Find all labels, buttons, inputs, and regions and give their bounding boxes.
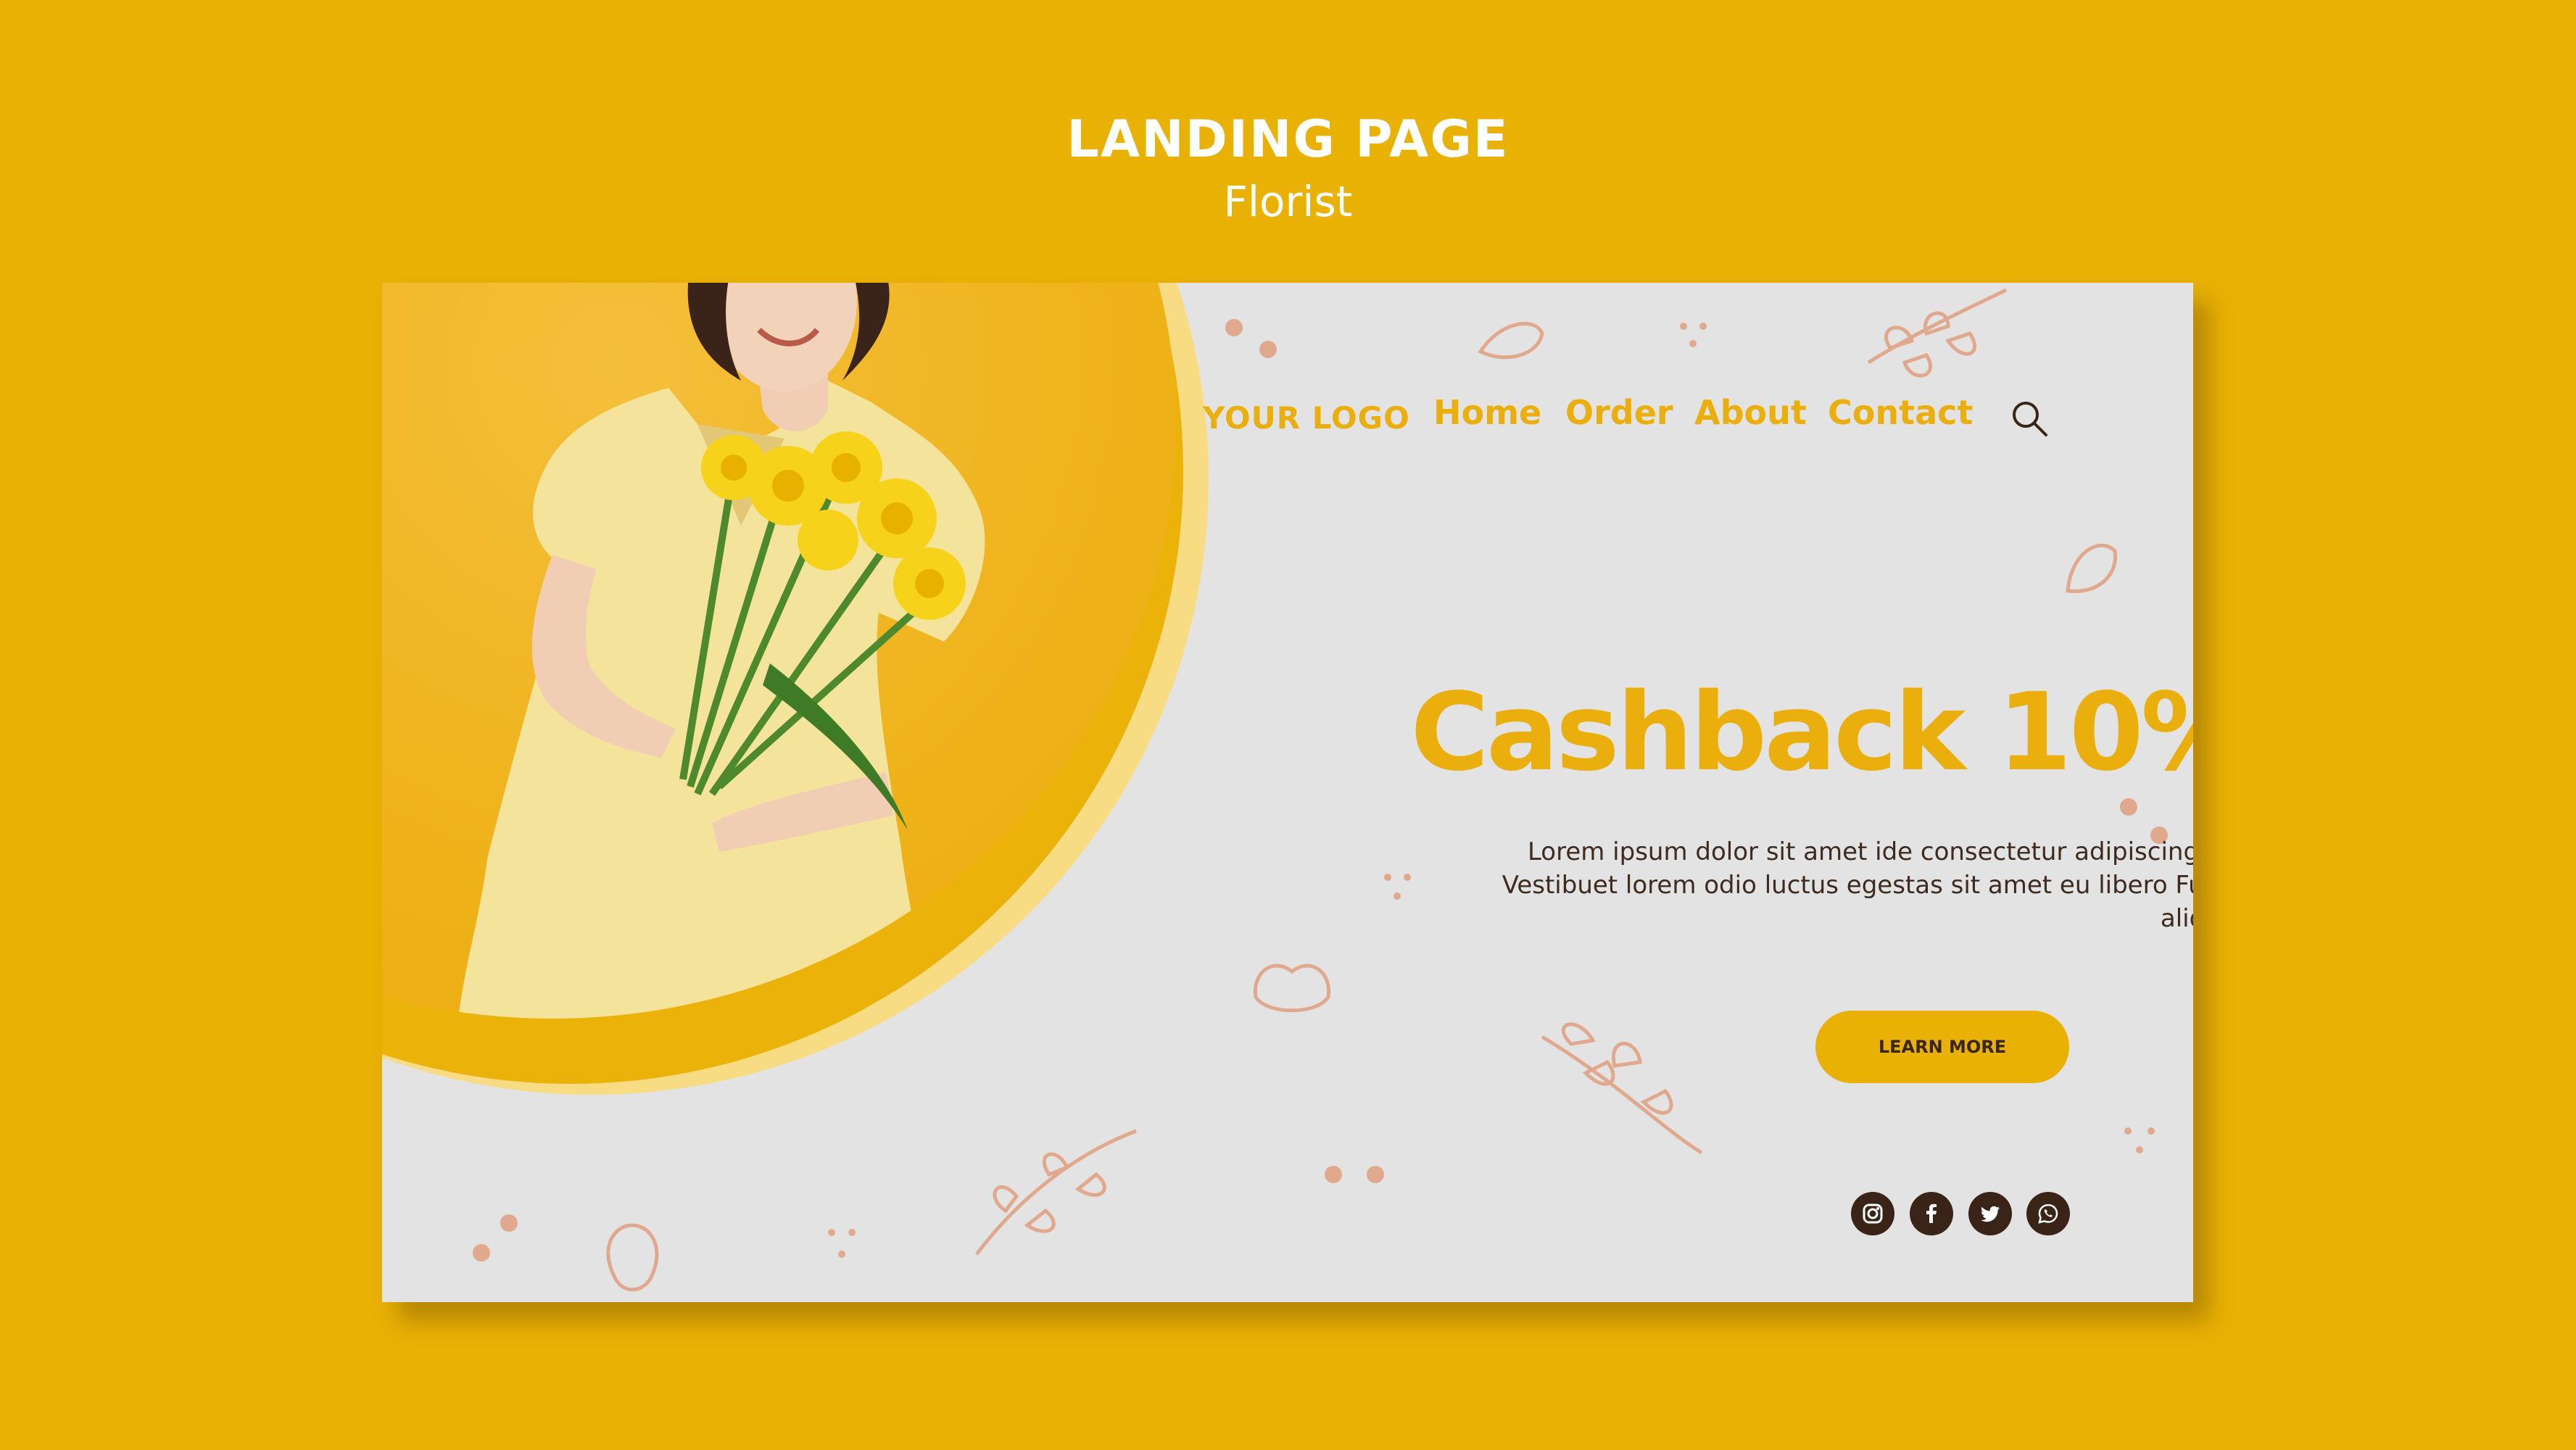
- hero-body-text: Lorem ipsum dolor sit amet ide consectet…: [1502, 837, 2193, 933]
- learn-more-button[interactable]: LEARN MORE: [1815, 1011, 2069, 1083]
- hero-headline: Cashback 10%: [1410, 670, 2193, 795]
- landing-page-mockup: YOUR LOGO Home Order About Contact Cashb…: [382, 283, 2193, 1302]
- page-subtitle: Florist: [1223, 177, 1353, 226]
- nav-order[interactable]: Order: [1565, 393, 1673, 432]
- nav-contact[interactable]: Contact: [1828, 393, 1973, 432]
- logo[interactable]: YOUR LOGO: [1203, 400, 1410, 436]
- search-icon[interactable]: [2010, 399, 2050, 439]
- twitter-icon[interactable]: [1968, 1192, 2012, 1235]
- page-title: LANDING PAGE: [1067, 109, 1509, 169]
- page-header: LANDING PAGE Florist: [0, 109, 2576, 231]
- nav-home[interactable]: Home: [1433, 393, 1541, 432]
- whatsapp-icon[interactable]: [2026, 1192, 2070, 1235]
- facebook-icon[interactable]: [1910, 1192, 1953, 1235]
- nav-about[interactable]: About: [1694, 393, 1807, 432]
- instagram-icon[interactable]: [1851, 1192, 1894, 1235]
